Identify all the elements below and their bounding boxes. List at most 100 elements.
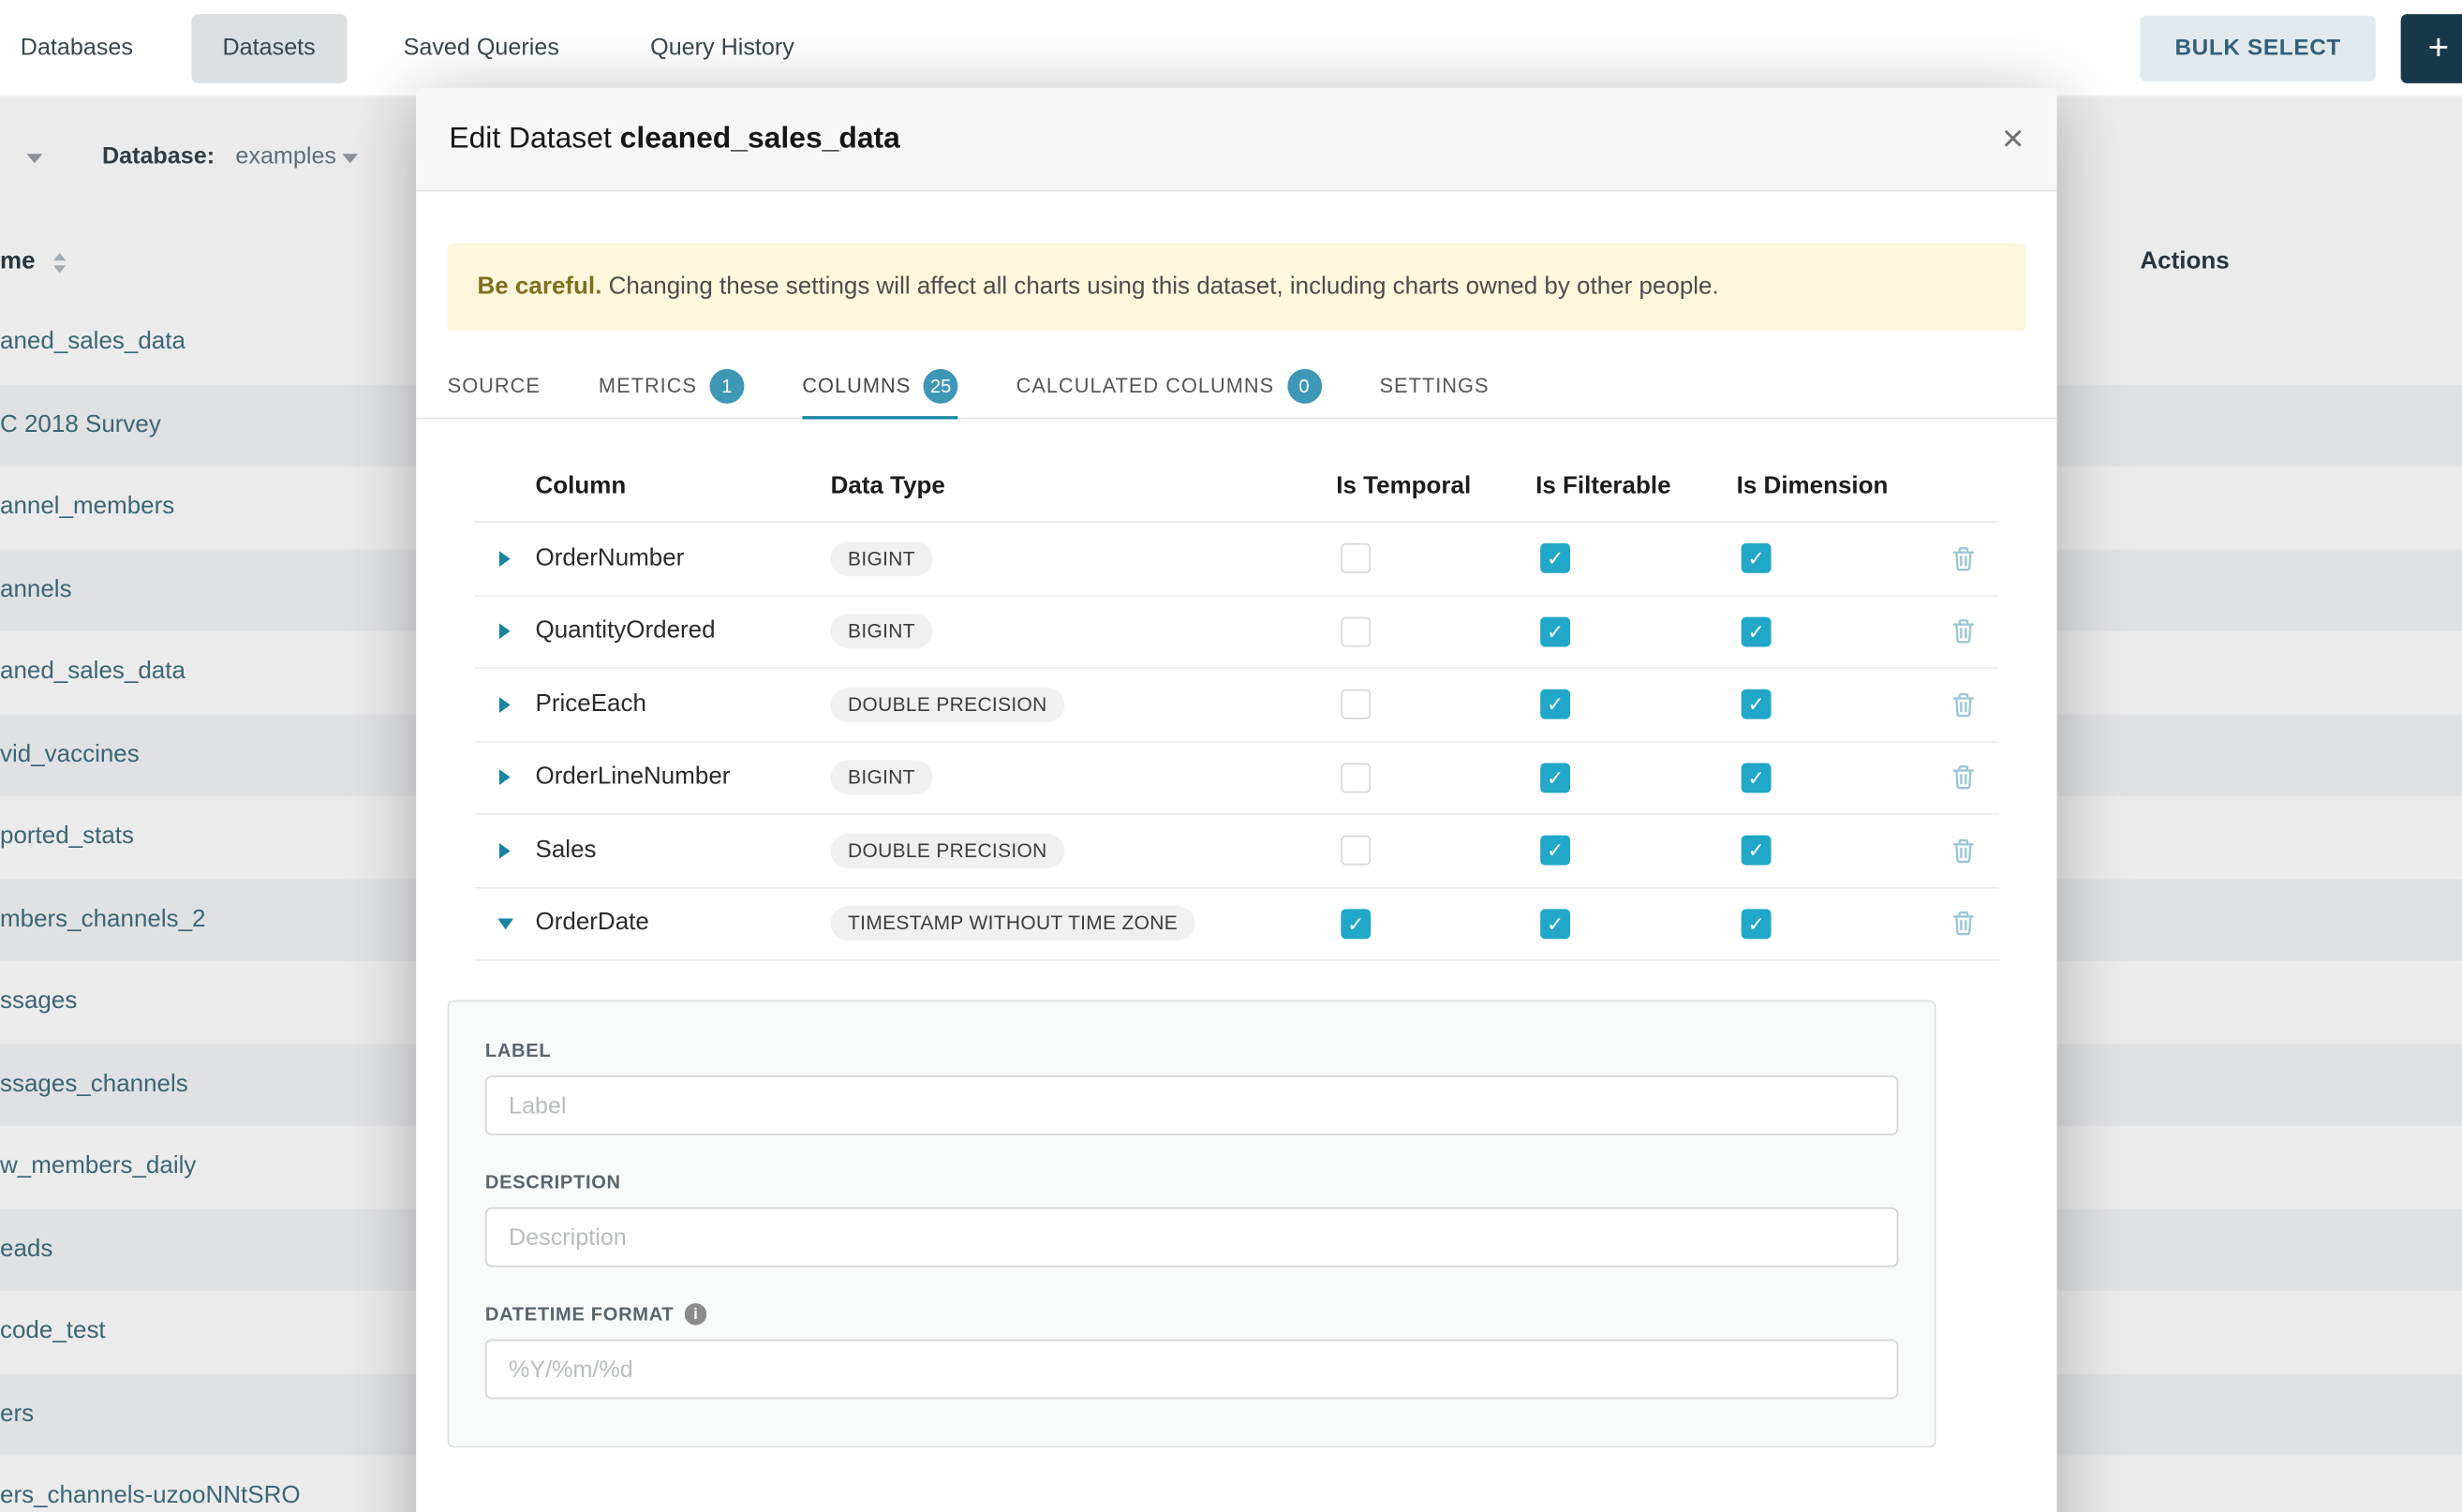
modal-header: Edit Dataset cleaned_sales_data × bbox=[416, 88, 2056, 192]
description-input[interactable] bbox=[485, 1208, 1898, 1267]
expand-caret-icon[interactable] bbox=[499, 551, 511, 567]
tab-columns[interactable]: COLUMNS 25 bbox=[802, 353, 957, 418]
is-dimension-checkbox[interactable] bbox=[1742, 836, 1772, 866]
delete-column-button[interactable] bbox=[1926, 912, 1998, 937]
trash-icon bbox=[1950, 838, 1974, 864]
tab-columns-label: COLUMNS bbox=[802, 374, 911, 397]
tab-source-label: SOURCE bbox=[448, 374, 541, 397]
is-temporal-checkbox[interactable] bbox=[1341, 543, 1371, 573]
owner-filter-caret-icon[interactable] bbox=[26, 154, 42, 163]
is-dimension-checkbox[interactable] bbox=[1742, 909, 1772, 939]
is-filterable-checkbox[interactable] bbox=[1540, 689, 1570, 719]
add-dataset-button[interactable]: + bbox=[2401, 13, 2462, 82]
database-filter-label: Database: bbox=[102, 143, 215, 170]
dataset-link[interactable]: annels bbox=[0, 576, 72, 604]
column-row: PriceEach DOUBLE PRECISION bbox=[474, 669, 1998, 742]
is-temporal-checkbox[interactable] bbox=[1341, 836, 1371, 866]
dataset-link[interactable]: annel_members bbox=[0, 494, 174, 522]
dataset-link[interactable]: ers bbox=[0, 1401, 34, 1429]
dataset-link[interactable]: code_test bbox=[0, 1318, 106, 1346]
column-type-badge: TIMESTAMP WITHOUT TIME ZONE bbox=[831, 906, 1195, 941]
nav-tab-query-history[interactable]: Query History bbox=[650, 35, 794, 61]
bulk-select-button[interactable]: BULK SELECT bbox=[2141, 15, 2376, 81]
collapse-caret-icon[interactable] bbox=[497, 918, 512, 929]
column-header: Column bbox=[536, 472, 831, 500]
tab-metrics[interactable]: METRICS 1 bbox=[599, 353, 744, 418]
label-field-label: LABEL bbox=[485, 1040, 1898, 1061]
dataset-link[interactable]: aned_sales_data bbox=[0, 659, 185, 687]
column-type-badge: BIGINT bbox=[831, 615, 933, 649]
label-field-group: LABEL bbox=[485, 1040, 1898, 1135]
expand-caret-icon[interactable] bbox=[499, 843, 511, 859]
is-filterable-checkbox[interactable] bbox=[1540, 763, 1570, 793]
nav-tab-datasets[interactable]: Datasets bbox=[191, 13, 347, 82]
dataset-link[interactable]: ssages_channels bbox=[0, 1071, 188, 1099]
modal-body: Be careful. Changing these settings will… bbox=[416, 244, 2056, 1448]
sort-icon[interactable] bbox=[53, 253, 66, 274]
is-dimension-checkbox[interactable] bbox=[1742, 543, 1772, 573]
column-type-badge: DOUBLE PRECISION bbox=[831, 834, 1064, 868]
is-dimension-checkbox[interactable] bbox=[1742, 689, 1772, 719]
is-temporal-checkbox[interactable] bbox=[1341, 909, 1371, 939]
column-row: OrderLineNumber BIGINT bbox=[474, 742, 1998, 815]
dataset-link[interactable]: ported_stats bbox=[0, 823, 134, 852]
trash-icon bbox=[1950, 912, 1974, 937]
modal-title: Edit Dataset cleaned_sales_data bbox=[449, 122, 900, 156]
is-filterable-checkbox[interactable] bbox=[1540, 543, 1570, 573]
description-field-group: DESCRIPTION bbox=[485, 1171, 1898, 1267]
tab-settings-label: SETTINGS bbox=[1379, 374, 1489, 397]
expand-caret-icon[interactable] bbox=[499, 697, 511, 713]
database-filter-value[interactable]: examples bbox=[235, 143, 336, 170]
is-filterable-checkbox[interactable] bbox=[1540, 616, 1570, 646]
is-dimension-checkbox[interactable] bbox=[1742, 763, 1772, 793]
database-filter-caret-icon[interactable] bbox=[342, 154, 358, 163]
is-filterable-checkbox[interactable] bbox=[1540, 909, 1570, 939]
is-temporal-checkbox[interactable] bbox=[1341, 616, 1371, 646]
dataset-link[interactable]: vid_vaccines bbox=[0, 741, 140, 769]
is-dimension-checkbox[interactable] bbox=[1742, 616, 1772, 646]
dataset-link[interactable]: C 2018 Survey bbox=[0, 411, 161, 439]
delete-column-button[interactable] bbox=[1926, 838, 1998, 864]
close-icon[interactable]: × bbox=[2002, 120, 2024, 157]
is-temporal-header: Is Temporal bbox=[1336, 472, 1535, 500]
trash-icon bbox=[1950, 692, 1974, 718]
name-column-header[interactable]: me bbox=[0, 248, 36, 276]
delete-column-button[interactable] bbox=[1926, 765, 1998, 791]
dataset-link[interactable]: ssages bbox=[0, 988, 77, 1016]
column-detail-panel: LABEL DESCRIPTION DATETIME FORMAT i bbox=[448, 1001, 1936, 1448]
tab-source[interactable]: SOURCE bbox=[448, 353, 541, 418]
column-name: Sales bbox=[536, 837, 831, 865]
actions-column-header: Actions bbox=[2140, 248, 2229, 276]
data-type-header: Data Type bbox=[831, 472, 1337, 500]
datetime-format-field-label: DATETIME FORMAT i bbox=[485, 1303, 1898, 1325]
dataset-link[interactable]: eads bbox=[0, 1236, 52, 1264]
app-viewport: Databases Datasets Saved Queries Query H… bbox=[0, 0, 2462, 1512]
delete-column-button[interactable] bbox=[1926, 619, 1998, 645]
column-type-badge: BIGINT bbox=[831, 541, 933, 576]
tab-settings[interactable]: SETTINGS bbox=[1379, 353, 1489, 418]
column-type-badge: DOUBLE PRECISION bbox=[831, 688, 1064, 722]
tab-calculated-columns[interactable]: CALCULATED COLUMNS 0 bbox=[1016, 353, 1322, 418]
label-input[interactable] bbox=[485, 1075, 1898, 1135]
column-type-badge: BIGINT bbox=[831, 761, 933, 795]
is-filterable-checkbox[interactable] bbox=[1540, 836, 1570, 866]
dataset-link[interactable]: mbers_channels_2 bbox=[0, 906, 206, 934]
delete-column-button[interactable] bbox=[1926, 546, 1998, 571]
delete-column-button[interactable] bbox=[1926, 692, 1998, 718]
is-temporal-checkbox[interactable] bbox=[1341, 763, 1371, 793]
info-icon: i bbox=[685, 1303, 706, 1325]
plus-icon: + bbox=[2428, 30, 2450, 67]
dataset-link[interactable]: w_members_daily bbox=[0, 1153, 196, 1181]
expand-caret-icon[interactable] bbox=[499, 770, 511, 786]
expand-caret-icon[interactable] bbox=[499, 624, 511, 640]
top-nav: Databases Datasets Saved Queries Query H… bbox=[0, 0, 2462, 97]
dataset-link[interactable]: ers_channels-uzooNNtSRO bbox=[0, 1483, 301, 1511]
is-temporal-checkbox[interactable] bbox=[1341, 689, 1371, 719]
tab-calculated-columns-label: CALCULATED COLUMNS bbox=[1016, 374, 1275, 397]
columns-table-header: Column Data Type Is Temporal Is Filterab… bbox=[474, 419, 1998, 523]
datetime-format-input[interactable] bbox=[485, 1340, 1898, 1400]
nav-tab-databases[interactable]: Databases bbox=[21, 35, 133, 61]
dataset-link[interactable]: aned_sales_data bbox=[0, 329, 185, 357]
nav-tab-saved-queries[interactable]: Saved Queries bbox=[404, 35, 559, 61]
column-name: PriceEach bbox=[536, 690, 831, 719]
